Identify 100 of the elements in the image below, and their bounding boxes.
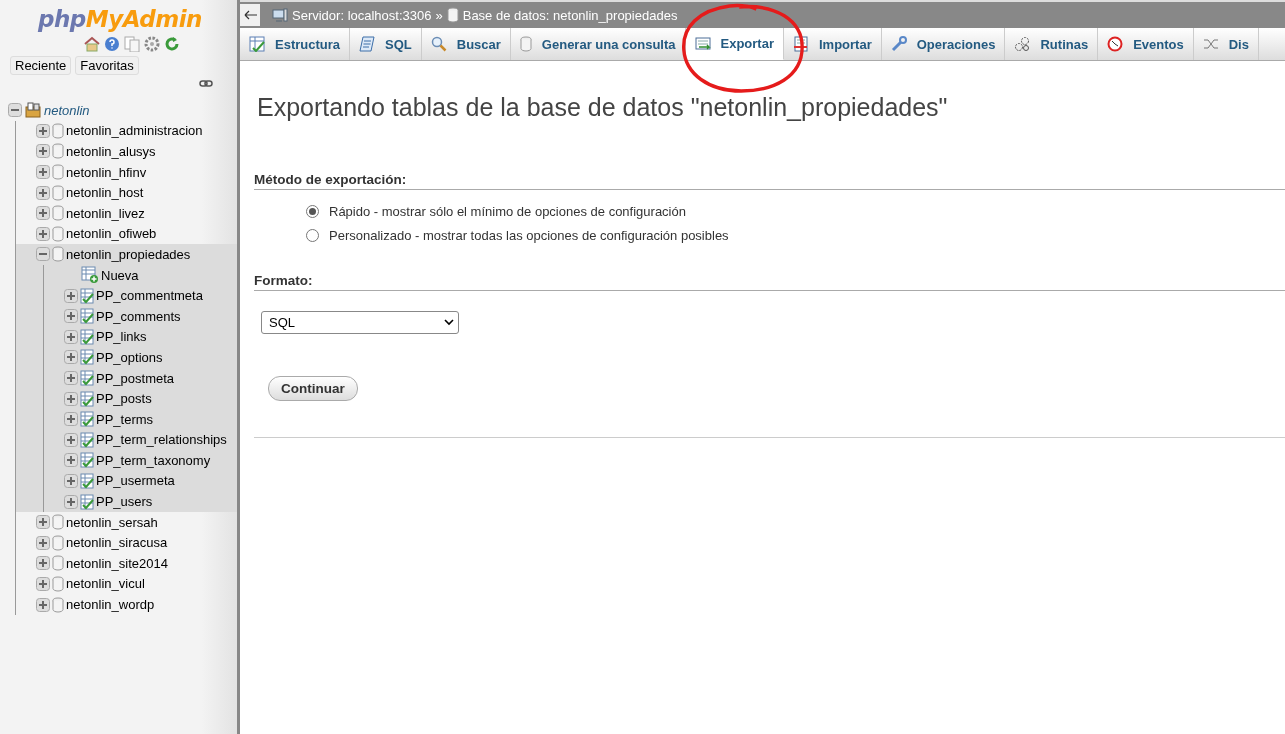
expand-icon[interactable] [64,350,78,365]
tab[interactable]: Importar [783,28,882,60]
link-icon [199,79,213,88]
expand-icon[interactable] [36,144,50,159]
tree-item[interactable]: netonlin_wordp [66,597,155,613]
tab-button[interactable]: Favoritas [75,56,139,75]
tab[interactable]: Operaciones [881,28,1006,60]
collapse-icon[interactable] [8,103,22,118]
tree-item[interactable]: netonlin_livez [66,205,145,221]
expand-icon[interactable] [36,165,50,180]
expand-icon[interactable] [36,576,50,591]
shuffle-icon [1202,36,1219,52]
tree-item[interactable]: PP_postmeta [96,370,175,386]
breadcrumb-link[interactable]: Base de datos: netonlin_propiedades [462,7,678,23]
database-icon [52,514,64,531]
expand-icon[interactable] [64,453,78,468]
tab[interactable]: Buscar [421,28,511,60]
section-heading: Método de exportación: [254,172,1285,190]
new-table-icon [81,266,99,285]
tree-item[interactable]: netonlin_site2014 [66,555,168,571]
tab[interactable]: Rutinas [1005,28,1099,60]
database-server-icon [24,102,42,119]
tree-item[interactable]: netonlin_vicul [66,576,145,592]
logo[interactable]: phpMyAdmin [38,6,202,32]
expand-icon[interactable] [36,226,50,241]
expand-icon[interactable] [36,597,50,612]
database-icon [52,164,64,181]
tree-item[interactable]: netonlin_propiedades [66,246,191,262]
database-icon [52,184,64,201]
tree-item[interactable]: PP_posts [96,391,152,407]
radio-label[interactable]: Rápido - mostrar sólo el mínimo de opciones de configuración [329,204,686,219]
expand-icon[interactable] [64,494,78,509]
export-icon [694,35,711,52]
server-icon [272,8,288,22]
clock-icon [1107,36,1124,52]
wrench-icon [890,36,907,52]
expand-icon[interactable] [64,432,78,447]
tree-item[interactable]: netonlin_sersah [66,514,158,530]
structure-icon [249,36,265,52]
tab[interactable]: Dis [1193,28,1259,60]
expand-icon[interactable] [64,391,78,406]
tree-item[interactable]: PP_options [96,349,163,365]
radio-label[interactable]: Personalizado - mostrar todas las opciones de configuración posibles [329,228,729,243]
tree-item[interactable]: Nueva [101,267,139,283]
dropdown-caret-icon [444,319,454,326]
tree-item[interactable]: PP_term_taxonomy [96,452,211,468]
expand-icon[interactable] [36,206,50,221]
expand-icon[interactable] [64,371,78,385]
tree-item[interactable]: PP_terms [96,411,154,427]
expand-icon[interactable] [64,412,78,427]
back-button[interactable] [240,4,260,26]
tree-item[interactable]: PP_commentmeta [96,288,203,304]
reload-icon [163,36,180,52]
server-name[interactable]: netonlin [44,102,90,118]
collapse-icon[interactable] [36,247,50,262]
expand-icon[interactable] [64,329,78,344]
tree-item[interactable]: PP_comments [96,308,181,324]
expand-icon[interactable] [36,515,50,530]
radio-button[interactable] [306,229,319,242]
table-icon [80,328,94,345]
tree-item[interactable]: PP_usermeta [96,473,175,489]
database-icon [52,596,64,613]
tab[interactable]: Eventos [1098,28,1194,60]
format-select[interactable]: SQL [261,311,459,334]
table-icon [80,473,94,489]
tab[interactable]: Generar una consulta [510,28,686,60]
section-heading: Formato: [254,273,1285,291]
continue-button[interactable]: Continuar [268,376,358,401]
tree-item[interactable]: netonlin_host [66,185,144,201]
expand-icon[interactable] [36,123,50,138]
expand-icon[interactable] [64,474,78,488]
expand-icon[interactable] [36,556,50,571]
tree-item[interactable]: netonlin_hfinv [66,164,147,180]
tree-item[interactable]: netonlin_alusys [66,144,156,159]
breadcrumb-link[interactable]: Servidor: localhost:3306 [292,7,432,23]
tree-item[interactable]: PP_users [96,494,153,510]
expand-icon[interactable] [36,535,50,550]
expand-icon[interactable] [64,309,78,324]
tab[interactable]: SQL [350,28,422,60]
breadcrumb-separator: » [435,7,443,23]
gears-icon [1014,36,1031,52]
tree-item[interactable]: PP_term_relationships [96,432,227,448]
database-icon [52,205,64,222]
back-arrow-icon [243,9,257,21]
tree-item[interactable]: netonlin_administracion [66,123,203,139]
tree-item[interactable]: PP_links [96,329,147,345]
expand-icon[interactable] [36,185,50,200]
tab-button[interactable]: Reciente [10,56,72,75]
tree-item[interactable]: netonlin_ofiweb [66,226,157,242]
table-icon [80,431,94,448]
database-icon [446,7,459,23]
database-icon [52,225,64,242]
table-icon [80,308,94,325]
expand-icon[interactable] [64,288,78,303]
table-icon [80,390,94,407]
radio-button[interactable] [306,205,319,218]
tree-item[interactable]: netonlin_siracusa [66,535,168,551]
tab[interactable]: Exportar [685,28,784,60]
tab[interactable]: Estructura [240,28,351,60]
table-icon [80,349,94,366]
